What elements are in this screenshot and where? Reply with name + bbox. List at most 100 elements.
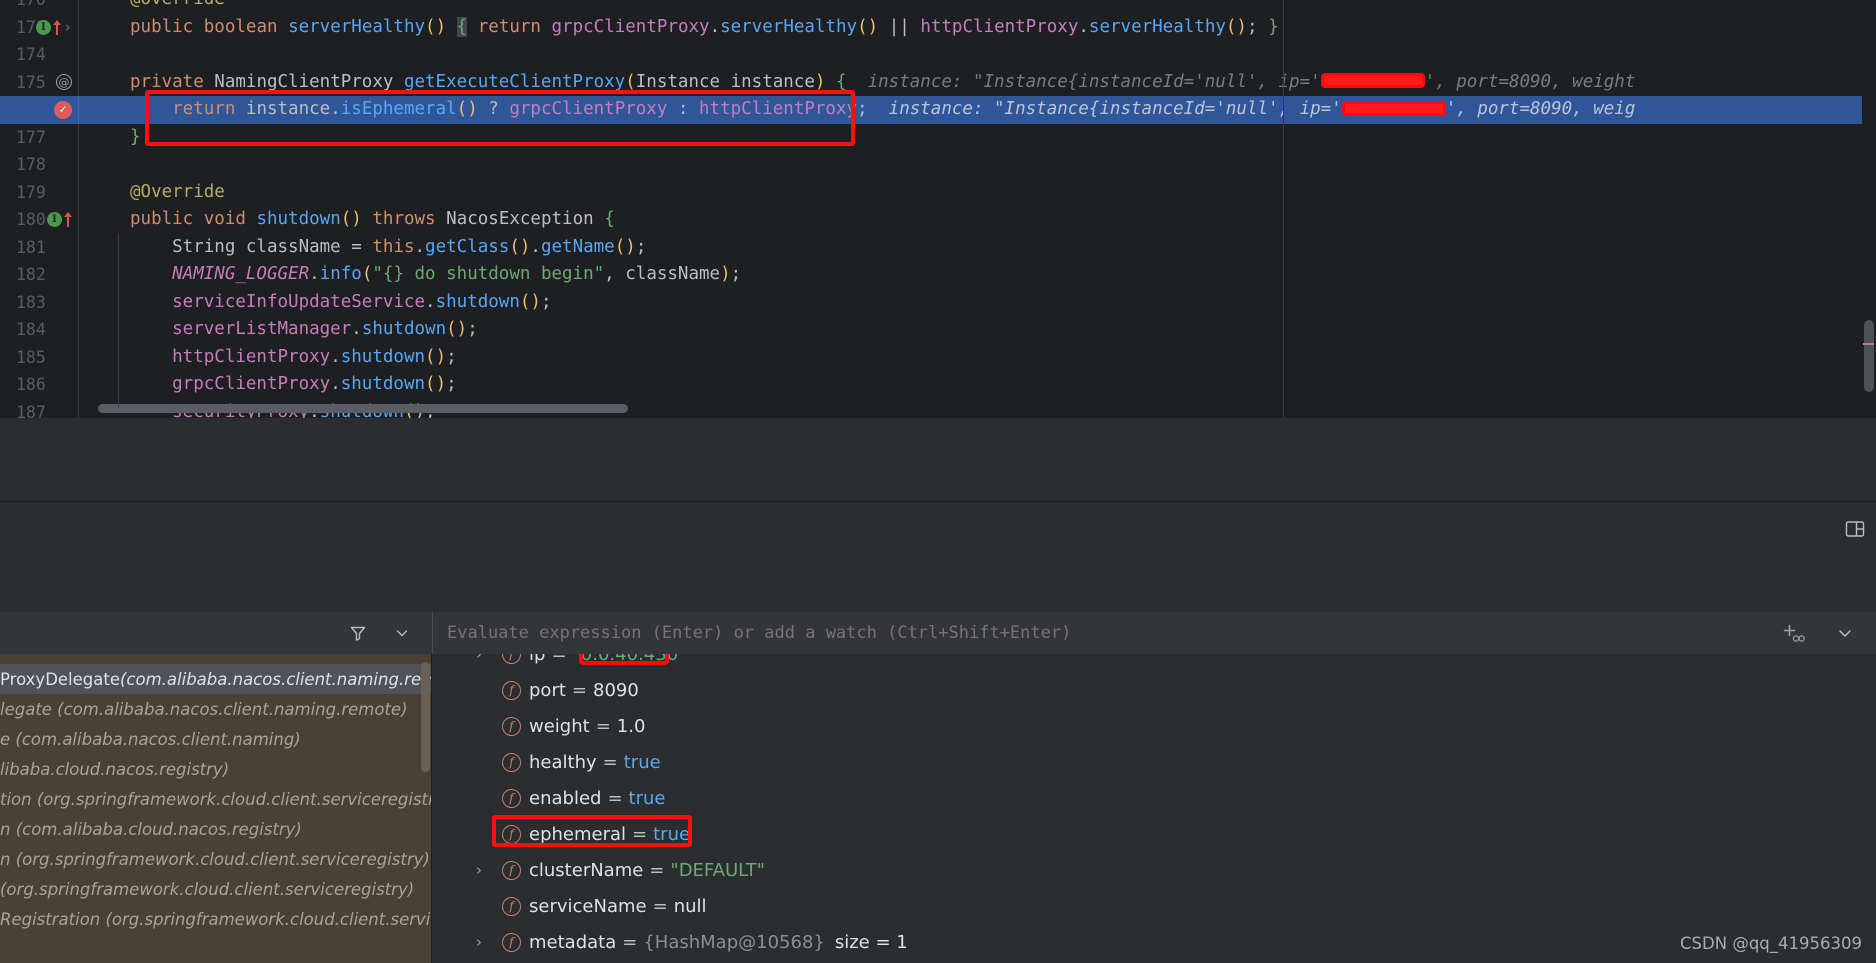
code-line[interactable]: 170 @Override bbox=[0, 0, 1876, 14]
editor-vertical-scrollbar-thumb[interactable] bbox=[1864, 320, 1874, 392]
filter-funnel-icon[interactable] bbox=[348, 623, 368, 643]
editor-gutter[interactable]: 185 bbox=[0, 343, 78, 371]
code-token: ; bbox=[467, 319, 478, 339]
frame-list-item[interactable]: n (org.springframework.cloud.client.serv… bbox=[0, 844, 432, 874]
code-line[interactable]: 180 Ipublic void shutdown() throws NacosE… bbox=[0, 206, 1876, 234]
code-line[interactable]: 174 bbox=[0, 41, 1876, 69]
variable-row[interactable]: f port = 8090 bbox=[432, 672, 1876, 708]
frame-list-item[interactable]: e (com.alibaba.nacos.client.naming) bbox=[0, 724, 432, 754]
chevron-right-icon[interactable]: › bbox=[63, 19, 72, 35]
variable-value: 8090 bbox=[593, 679, 639, 701]
variable-equals: = bbox=[595, 715, 611, 737]
code-line[interactable]: 182 NAMING_LOGGER.info("{} do shutdown b… bbox=[0, 261, 1876, 289]
chevron-right-icon[interactable]: › bbox=[476, 933, 492, 951]
editor-gutter[interactable]: 181 bbox=[0, 233, 78, 261]
code-token: , className bbox=[604, 264, 721, 284]
code-editor[interactable]: 170@Override171I›public boolean serverHe… bbox=[0, 0, 1876, 418]
gutter-icons: @ bbox=[56, 69, 72, 97]
override-at-icon[interactable]: @ bbox=[56, 74, 72, 91]
breakpoint-verified-icon[interactable] bbox=[54, 100, 72, 119]
frames-panel[interactable]: ProxyDelegate (com.alibaba.nacos.client.… bbox=[0, 654, 432, 963]
frame-list-item[interactable]: (org.springframework.cloud.client.servic… bbox=[0, 874, 432, 904]
frame-package: n (org.springframework.cloud.client.serv… bbox=[0, 849, 430, 869]
editor-gutter[interactable]: 180 I bbox=[0, 206, 78, 234]
code-line[interactable]: 171 I › public boolean serverHealthy() { re… bbox=[0, 13, 1876, 41]
variable-row[interactable]: f ephemeral = true bbox=[432, 815, 1876, 852]
editor-gutter[interactable]: 177 bbox=[0, 123, 78, 151]
editor-gutter[interactable]: 170 bbox=[0, 0, 78, 14]
code-line[interactable]: 184 serverListManager.shutdown(); bbox=[0, 316, 1876, 344]
frame-list-item[interactable]: libaba.cloud.nacos.registry) bbox=[0, 754, 432, 784]
code-line[interactable]: 179 @Override bbox=[0, 178, 1876, 206]
code-text: NAMING_LOGGER.info("{} do shutdown begin… bbox=[88, 261, 741, 289]
code-token: () bbox=[425, 16, 447, 37]
variable-name: ephemeral bbox=[529, 823, 627, 845]
line-number: 174 bbox=[16, 45, 46, 64]
editor-gutter[interactable]: 183 bbox=[0, 288, 78, 316]
code-line[interactable]: 178 bbox=[0, 151, 1876, 179]
editor-gutter[interactable] bbox=[0, 96, 78, 124]
layout-split-icon[interactable] bbox=[1844, 518, 1866, 540]
variable-row[interactable]: f enabled = true bbox=[432, 780, 1876, 816]
error-stripe-marker[interactable] bbox=[1863, 343, 1874, 345]
frame-list-item[interactable]: n (com.alibaba.cloud.nacos.registry) bbox=[0, 814, 432, 844]
gutter-border bbox=[78, 233, 88, 261]
impl-green-icon[interactable]: I bbox=[35, 19, 51, 35]
editor-gutter[interactable]: 171 I › bbox=[0, 13, 78, 41]
editor-error-stripe[interactable] bbox=[1862, 0, 1876, 418]
frame-list-item[interactable]: tion (org.springframework.cloud.client.s… bbox=[0, 784, 432, 814]
code-token: serverHealthy bbox=[720, 16, 858, 37]
editor-gutter[interactable]: 179 bbox=[0, 178, 78, 206]
code-line[interactable]: return instance.isEphemeral() ? grpcClie… bbox=[0, 96, 1876, 124]
code-line[interactable]: 186 grpcClientProxy.shutdown(); bbox=[0, 371, 1876, 399]
variable-row[interactable]: › f ip = "0.0.40.430" bbox=[432, 654, 1876, 672]
variable-row[interactable]: f weight = 1.0 bbox=[432, 708, 1876, 744]
gutter-border bbox=[78, 206, 88, 234]
editor-horizontal-scrollbar[interactable] bbox=[98, 404, 628, 413]
editor-gutter[interactable]: 182 bbox=[0, 261, 78, 289]
chevron-right-icon[interactable]: › bbox=[476, 654, 492, 663]
code-line[interactable]: 183 serviceInfoUpdateService.shutdown(); bbox=[0, 288, 1876, 316]
code-line[interactable]: 177} bbox=[0, 123, 1876, 151]
code-token: ) bbox=[720, 264, 731, 284]
arrow-up-icon[interactable] bbox=[64, 212, 72, 228]
evaluate-expression-input[interactable] bbox=[433, 612, 1760, 654]
editor-gutter[interactable]: 186 bbox=[0, 371, 78, 399]
frame-package: legate (com.alibaba.nacos.client.naming.… bbox=[0, 699, 408, 719]
code-line[interactable]: 181 String className = this.getClass().g… bbox=[0, 233, 1876, 261]
variable-row[interactable]: f serviceName = null bbox=[432, 888, 1876, 924]
editor-gutter[interactable]: 174 bbox=[0, 41, 78, 69]
line-number: 182 bbox=[16, 265, 46, 284]
impl-green-icon[interactable]: I bbox=[47, 212, 62, 228]
editor-gutter[interactable]: 175 @ bbox=[0, 68, 78, 97]
variable-row[interactable]: › f clusterName = "DEFAULT" bbox=[432, 852, 1876, 888]
evaluate-bar-actions bbox=[1760, 612, 1876, 654]
variable-row[interactable]: f healthy = true bbox=[432, 744, 1876, 780]
frame-list-item[interactable]: ProxyDelegate (com.alibaba.nacos.client.… bbox=[0, 664, 432, 694]
frame-list-item[interactable]: legate (com.alibaba.nacos.client.naming.… bbox=[0, 694, 432, 724]
arrow-up-icon[interactable] bbox=[52, 19, 61, 35]
editor-gutter[interactable]: 187 bbox=[0, 398, 78, 418]
chevron-right-icon[interactable]: › bbox=[476, 861, 492, 879]
code-line[interactable]: 185 httpClientProxy.shutdown(); bbox=[0, 343, 1876, 371]
code-token: . bbox=[309, 264, 320, 284]
frame-list-item[interactable]: Registration (org.springframework.cloud.… bbox=[0, 904, 432, 934]
variable-row[interactable]: › f metadata = {HashMap@10568} size = 1 bbox=[432, 924, 1876, 960]
editor-gutter[interactable]: 178 bbox=[0, 151, 78, 179]
frame-package: libaba.cloud.nacos.registry) bbox=[0, 759, 230, 779]
chevron-down-icon[interactable] bbox=[1836, 624, 1854, 642]
variable-equals: = bbox=[571, 679, 587, 701]
code-token: ( bbox=[625, 71, 636, 92]
code-line[interactable]: 175 @ private NamingClientProxy getExecute… bbox=[0, 68, 1876, 97]
frames-vertical-scrollbar[interactable] bbox=[421, 662, 430, 772]
code-token: Instance instance bbox=[635, 71, 815, 92]
add-watch-icon[interactable] bbox=[1782, 621, 1806, 645]
variable-name: port bbox=[529, 679, 566, 701]
variables-panel[interactable]: › f ip = "0.0.40.430" f port = 8090 f weight = 1.0 f h… bbox=[432, 654, 1876, 963]
editor-gutter[interactable]: 184 bbox=[0, 316, 78, 344]
code-token: . bbox=[709, 16, 721, 37]
frame-package: tion (org.springframework.cloud.client.s… bbox=[0, 789, 432, 809]
chevron-down-icon[interactable] bbox=[394, 625, 410, 641]
